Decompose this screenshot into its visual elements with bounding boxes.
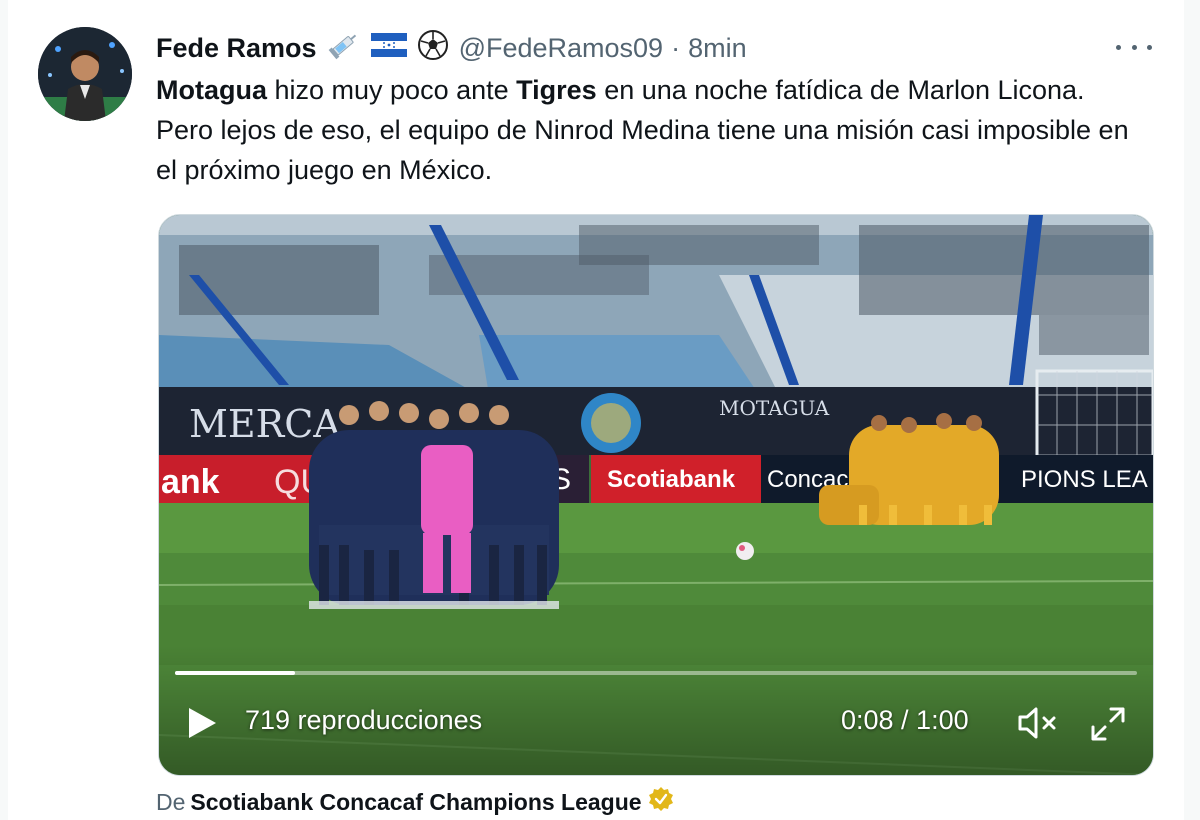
avatar-image — [38, 27, 132, 121]
separator-dot: · — [671, 32, 681, 63]
video-source-attribution: De Scotiabank Concacaf Champions League — [156, 786, 674, 818]
source-prefix: De — [156, 788, 186, 815]
banner-text-2: MOTAGUA — [719, 396, 830, 420]
blue-team-huddle — [309, 401, 559, 609]
view-count: 719 reproducciones — [245, 705, 483, 735]
board-text-4: Scotiabank — [607, 466, 736, 493]
author-name[interactable]: Fede Ramos — [156, 33, 317, 64]
author-avatar[interactable] — [38, 27, 132, 121]
fullscreen-icon[interactable] — [1089, 705, 1127, 743]
text-bold-tigres: Tigres — [516, 75, 597, 105]
video-progress-fill — [175, 671, 296, 675]
tweet-header: Fede Ramos @FedeRamos09 · 8min — [156, 28, 747, 68]
author-handle[interactable]: @FedeRamos09 — [459, 33, 664, 64]
tweet-card[interactable]: Fede Ramos @FedeRamos09 · 8min Motagua h… — [8, 0, 1184, 820]
tweet-text: Motagua hizo muy poco ante Tigres en una… — [156, 70, 1146, 190]
text-segment-1: hizo muy poco ante — [267, 75, 517, 105]
soccer-ball-icon — [417, 29, 449, 68]
text-bold-motagua: Motagua — [156, 75, 267, 105]
verified-badge-icon — [648, 786, 674, 818]
board-text-6: PIONS LEA — [1021, 466, 1148, 493]
video-timecode: 0:08 / 1:00 — [841, 705, 969, 735]
mute-icon[interactable] — [1017, 705, 1059, 741]
more-options-icon[interactable] — [1116, 34, 1152, 60]
board-text-1: ank — [161, 463, 220, 501]
honduras-flag-icon — [370, 31, 407, 66]
video-player[interactable]: MERCA MOTAGUA ank QUI YS Scotiabank Conc… — [158, 214, 1154, 776]
syringe-emoji-icon — [327, 30, 361, 67]
timestamp[interactable]: 8min — [688, 33, 747, 64]
video-frame: MERCA MOTAGUA ank QUI YS Scotiabank Conc… — [159, 215, 1153, 775]
banner-text-1: MERCA — [189, 402, 341, 446]
source-name[interactable]: Scotiabank Concacaf Champions League — [190, 789, 641, 816]
video-progress-bar[interactable] — [175, 671, 1137, 675]
play-icon[interactable] — [185, 705, 219, 741]
video-controls: 719 reproducciones 0:08 / 1:00 — [159, 695, 1153, 755]
